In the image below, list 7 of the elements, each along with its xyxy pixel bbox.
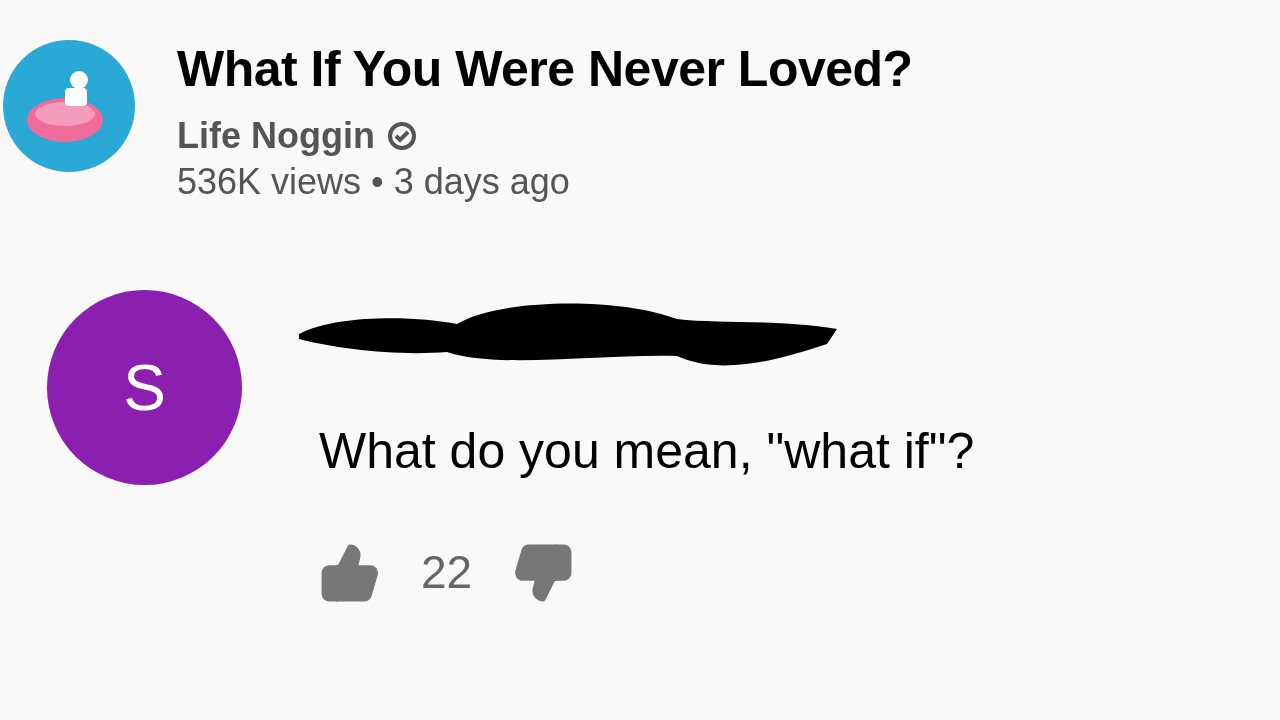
channel-name[interactable]: Life Noggin [177,114,375,158]
like-count: 22 [421,545,473,600]
commenter-avatar[interactable]: S [47,290,242,485]
video-meta: 536K views • 3 days ago [177,160,571,204]
video-title[interactable]: What If You Were Never Loved? [177,38,913,100]
channel-avatar[interactable] [3,40,135,172]
comment-text: What do you mean, "what if"? [319,422,975,481]
